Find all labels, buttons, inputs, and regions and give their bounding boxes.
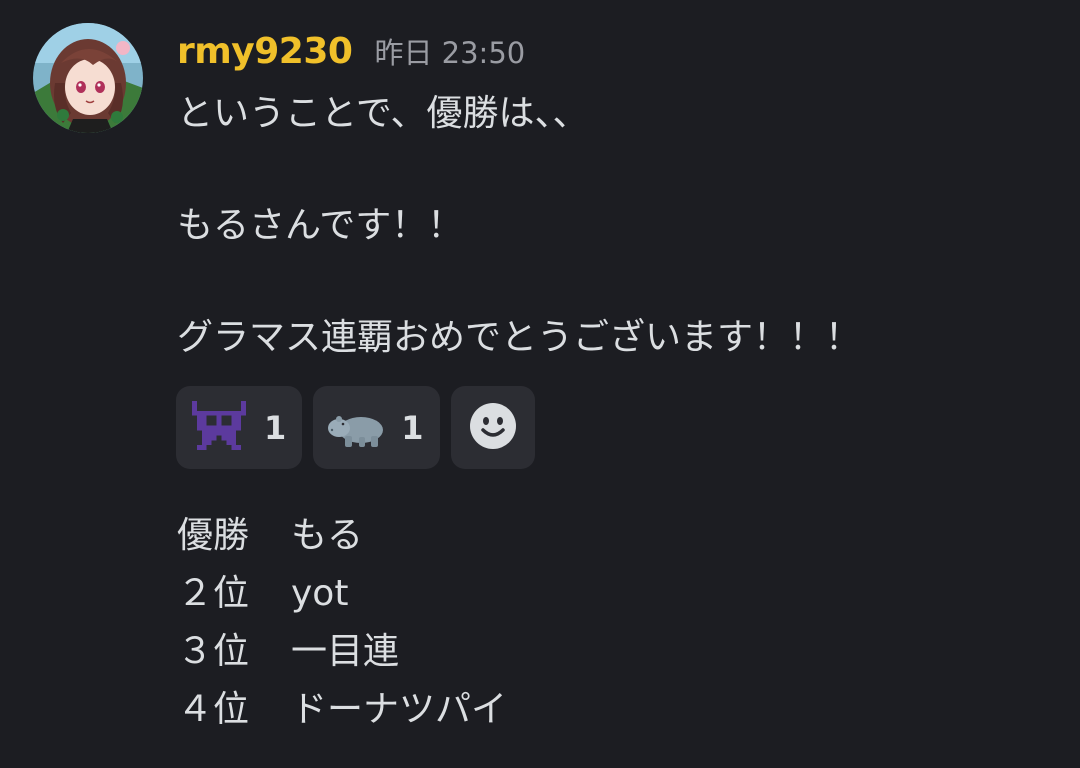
hippopotamus-emoji [327,399,385,457]
rank-name: 一目連 [291,631,400,672]
rank-place: 優勝 [177,515,250,556]
list-item: 優勝 もる [177,507,507,565]
reaction-count: 1 [264,408,287,447]
reaction-count: 1 [401,408,424,447]
reaction-space-invader[interactable]: 1 [176,386,303,469]
reactions-bar: 1 1 [176,386,535,469]
timestamp: 昨日 23:50 [374,36,526,70]
rank-place: ４位 [177,689,250,730]
rank-place: ３位 [177,631,250,672]
message-header: rmy9230 昨日 23:50 [177,30,525,80]
add-reaction-button[interactable] [450,386,535,469]
message-line: ということで、優勝は、、 [177,93,589,134]
chat-message: rmy9230 昨日 23:50 ということで、優勝は、、 もるさんです！！ グ… [0,0,1080,768]
list-item: ２位 yot [177,565,507,623]
message-line: グラマス連覇おめでとうございます！！！ [177,317,862,358]
avatar[interactable] [33,23,143,133]
rank-name: ドーナツパイ [291,689,508,730]
reaction-hippopotamus[interactable]: 1 [313,386,440,469]
message-line [177,254,1057,310]
space-invader-emoji [190,399,248,457]
rank-name: もる [291,515,364,556]
username[interactable]: rmy9230 [177,31,353,72]
rank-place: ２位 [177,573,250,614]
message-line: もるさんです！！ [177,205,464,246]
smiley-add-icon [469,402,517,454]
list-item: ３位 一目連 [177,623,507,681]
list-item: ４位 ドーナツパイ [177,681,507,739]
ranking-list: 優勝 もる ２位 yot ３位 一目連 ４位 ドーナツパイ [177,507,507,739]
message-content: ということで、優勝は、、 もるさんです！！ グラマス連覇おめでとうございます！！… [177,86,1057,366]
rank-name: yot [291,573,349,614]
message-line [177,142,1057,198]
